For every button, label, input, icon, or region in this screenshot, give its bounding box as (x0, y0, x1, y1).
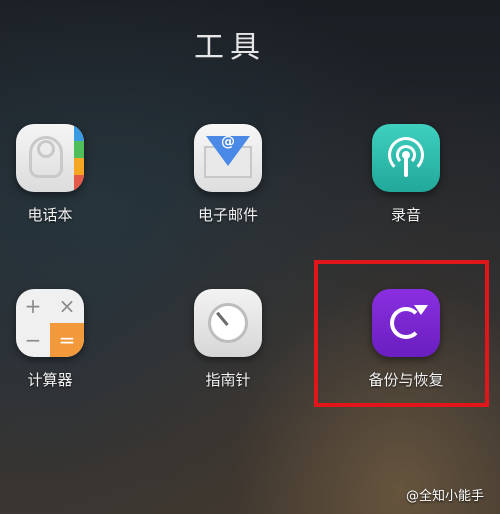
times-symbol: × (58, 294, 76, 318)
app-label: 电子邮件 (197, 206, 258, 224)
app-recorder[interactable]: 录音 (349, 124, 469, 254)
highlight-box (314, 260, 489, 407)
app-email[interactable]: @ 电子邮件 (171, 124, 291, 254)
minus-symbol: − (24, 328, 42, 352)
app-calculator[interactable]: + × − = 计算器 (0, 289, 113, 419)
compass-icon (194, 289, 262, 357)
app-label: 电话本 (27, 206, 73, 224)
folder-title: 工具 (194, 30, 266, 65)
equals-symbol: = (50, 323, 84, 357)
phonebook-icon (16, 124, 84, 192)
at-symbol: @ (221, 134, 235, 150)
app-label: 录音 (390, 206, 421, 224)
watermark: @全知小能手 (405, 489, 484, 504)
plus-symbol: + (24, 294, 42, 318)
calculator-icon: + × − = (16, 289, 84, 357)
app-phonebook[interactable]: 电话本 (0, 124, 113, 254)
email-icon: @ (194, 124, 262, 192)
app-compass[interactable]: 指南针 (171, 289, 291, 419)
app-label: 指南针 (205, 371, 251, 389)
app-label: 计算器 (27, 371, 73, 389)
recorder-icon (372, 124, 440, 192)
